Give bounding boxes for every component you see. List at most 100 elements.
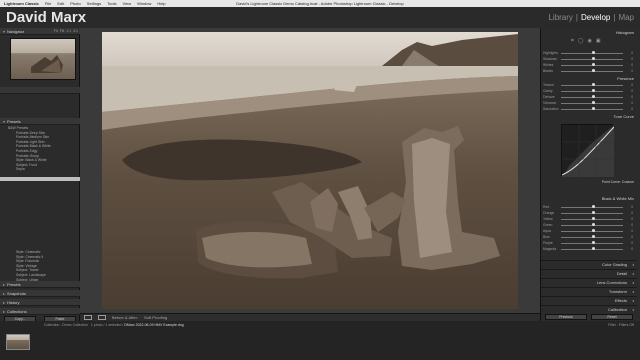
previous-button[interactable]: Previous [545,314,587,320]
presets-footer[interactable]: ▸ Presets [0,281,80,288]
navigator-mode[interactable]: Fill [60,28,64,35]
slider-track[interactable] [561,57,623,60]
slider-track[interactable] [561,101,623,104]
snapshots-header[interactable]: ▸ Snapshots [0,290,80,297]
slider-track[interactable] [561,211,623,214]
slider-value[interactable]: 0 [623,229,633,233]
slider-value[interactable]: 0 [623,235,633,239]
slider-track[interactable] [561,205,623,208]
slider-track[interactable] [561,51,623,54]
histogram-title[interactable]: Histogram [616,30,640,35]
slider-knob[interactable] [592,89,595,92]
module-map[interactable]: Map [618,13,634,22]
slider-track[interactable] [561,95,623,98]
masking-icon[interactable]: ▣ [596,38,601,44]
module-develop[interactable]: Develop [581,13,610,22]
slider-knob[interactable] [592,107,595,110]
slider-value[interactable]: 0 [623,247,633,251]
menu-item[interactable]: File [45,1,51,6]
slider-value[interactable]: 0 [623,211,633,215]
tone-curve-title[interactable]: Tone Curve [614,114,640,119]
menu-item[interactable]: Tools [107,1,116,6]
collection-label[interactable]: Collection : Demo Collection [44,323,88,327]
before-after-icon[interactable] [98,315,106,320]
panel-header-effects[interactable]: Effects [541,296,637,304]
photo-preview[interactable] [102,32,518,309]
slider-value[interactable]: 0 [623,51,633,55]
slider-knob[interactable] [592,241,595,244]
menu-item[interactable]: Window [137,1,151,6]
slider-value[interactable]: 0 [623,63,633,67]
crop-icon[interactable]: ⌗ [571,38,574,44]
panel-header-lens-corrections[interactable]: Lens Corrections [541,278,637,286]
slider-knob[interactable] [592,57,595,60]
slider-knob[interactable] [592,247,595,250]
slider-knob[interactable] [592,235,595,238]
menu-item[interactable]: View [123,1,132,6]
slider-track[interactable] [561,89,623,92]
slider-track[interactable] [561,217,623,220]
soft-proofing-label[interactable]: Soft Proofing [144,315,167,320]
filmstrip-thumbnail[interactable] [6,334,30,350]
slider-knob[interactable] [592,83,595,86]
slider-value[interactable]: 0 [623,83,633,87]
panel-header-detail[interactable]: Detail [541,269,637,277]
slider-knob[interactable] [592,229,595,232]
slider-knob[interactable] [592,223,595,226]
panel-header-color-grading[interactable]: Color Grading [541,260,637,268]
slider-track[interactable] [561,107,623,110]
slider-value[interactable]: 0 [623,95,633,99]
slider-track[interactable] [561,83,623,86]
reset-button[interactable]: Reset [591,314,633,320]
filter-value[interactable]: Filters Off [619,323,634,327]
navigator-thumbnail[interactable] [10,38,76,80]
panel-header-calibration[interactable]: Calibration [541,305,637,313]
point-curve-label[interactable]: Point Curve: Custom [602,180,640,184]
menu-item[interactable]: Help [157,1,165,6]
navigator-mode[interactable]: Fit [54,28,58,35]
slider-value[interactable]: 0 [623,89,633,93]
slider-track[interactable] [561,69,623,72]
history-header[interactable]: ▸ History [0,299,80,306]
right-button-row: Previous Reset [541,314,637,320]
presets-header[interactable]: ▾ Presets [0,118,80,125]
menu-item[interactable]: Lightroom Classic [4,1,39,6]
tone-curve-graph[interactable] [561,124,615,177]
red-eye-icon[interactable]: ◉ [587,38,591,44]
slider-knob[interactable] [592,69,595,72]
menu-item[interactable]: Photo [70,1,80,6]
navigator-mode[interactable]: 3:1 [73,28,78,35]
slider-value[interactable]: 0 [623,101,633,105]
slider-knob[interactable] [592,205,595,208]
slider-track[interactable] [561,235,623,238]
slider-value[interactable]: 0 [623,217,633,221]
collections-header[interactable]: ▸ Collections [0,308,80,315]
slider-knob[interactable] [592,211,595,214]
slider-track[interactable] [561,63,623,66]
slider-knob[interactable] [592,63,595,66]
slider-knob[interactable] [592,101,595,104]
slider-knob[interactable] [592,95,595,98]
slider-track[interactable] [561,241,623,244]
navigator-header[interactable]: ▾ Navigator Fit Fill 1:1 3:1 [0,28,80,35]
healing-icon[interactable]: ◯ [578,38,584,44]
slider-value[interactable]: 0 [623,205,633,209]
slider-value[interactable]: 0 [623,57,633,61]
loupe-view-icon[interactable] [84,315,92,320]
navigator-mode[interactable]: 1:1 [66,28,71,35]
filter-control[interactable]: Filter : Filters Off [608,323,634,327]
menu-item[interactable]: Edit [57,1,64,6]
slider-value[interactable]: 0 [623,107,633,111]
slider-value[interactable]: 0 [623,223,633,227]
slider-knob[interactable] [592,51,595,54]
module-library[interactable]: Library [548,13,572,22]
bw-mix-title[interactable]: Black & White Mix [602,196,640,201]
slider-track[interactable] [561,229,623,232]
slider-track[interactable] [561,223,623,226]
slider-value[interactable]: 0 [623,241,633,245]
panel-header-transform[interactable]: Transform [541,287,637,295]
slider-value[interactable]: 0 [623,69,633,73]
menu-item[interactable]: Settings [87,1,101,6]
slider-knob[interactable] [592,217,595,220]
slider-track[interactable] [561,247,623,250]
